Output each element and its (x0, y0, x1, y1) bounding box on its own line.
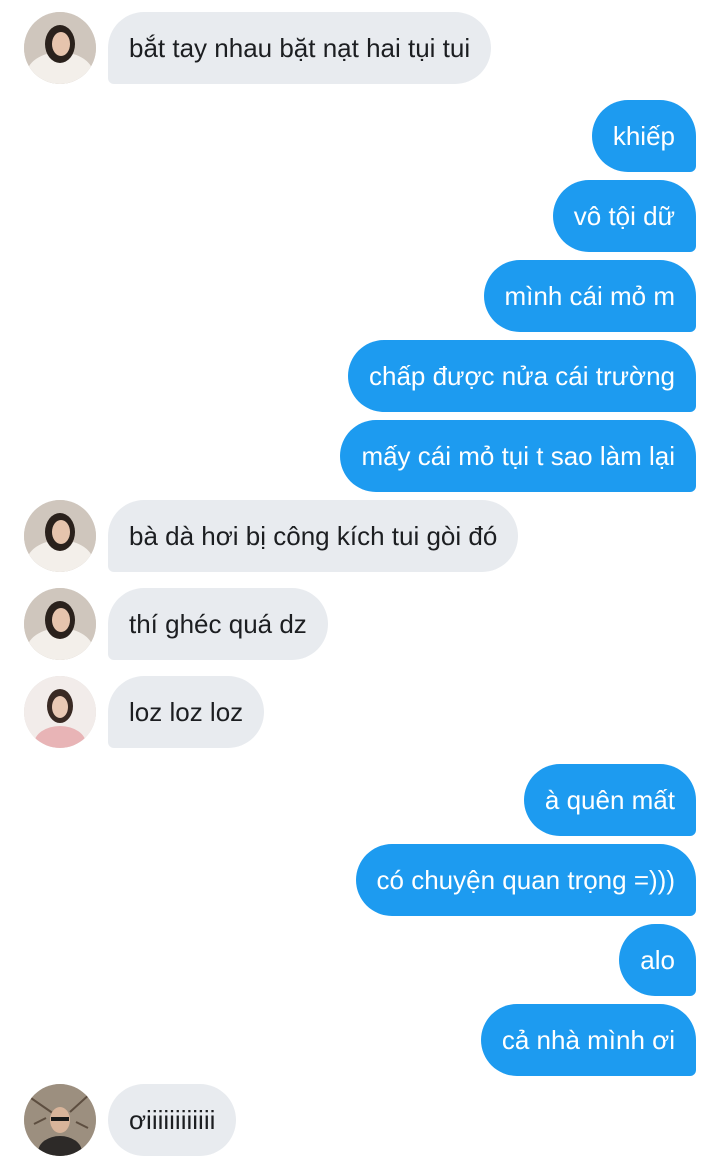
message-outgoing[interactable]: alo (619, 924, 696, 996)
message-incoming[interactable]: thí ghéc quá dz (108, 588, 328, 660)
avatar-friend-a[interactable] (24, 500, 96, 572)
message-outgoing[interactable]: chấp được nửa cái trường (347, 340, 696, 412)
message-outgoing[interactable]: vô tội dữ (552, 180, 696, 252)
message-outgoing[interactable]: à quên mất (523, 764, 696, 836)
avatar-friend-c[interactable] (24, 1084, 96, 1156)
message-incoming[interactable]: bà dà hơi bị công kích tui gòi đó (108, 500, 519, 572)
message-incoming[interactable]: loz loz loz (108, 676, 265, 748)
message-outgoing[interactable]: mình cái mỏ m (483, 260, 696, 332)
message-outgoing[interactable]: có chuyện quan trọng =))) (355, 844, 696, 916)
avatar-friend-a[interactable] (24, 588, 96, 660)
message-incoming[interactable]: bắt tay nhau bặt nạt hai tụi tui (108, 12, 492, 84)
avatar-friend-b[interactable] (24, 676, 96, 748)
message-outgoing[interactable]: cả nhà mình ơi (480, 1004, 696, 1076)
message-incoming[interactable]: ơiiiiiiiiiiii (108, 1084, 237, 1156)
message-outgoing[interactable]: mấy cái mỏ tụi t sao làm lại (340, 420, 696, 492)
message-outgoing[interactable]: khiếp (591, 100, 696, 172)
avatar-friend-a[interactable] (24, 12, 96, 84)
